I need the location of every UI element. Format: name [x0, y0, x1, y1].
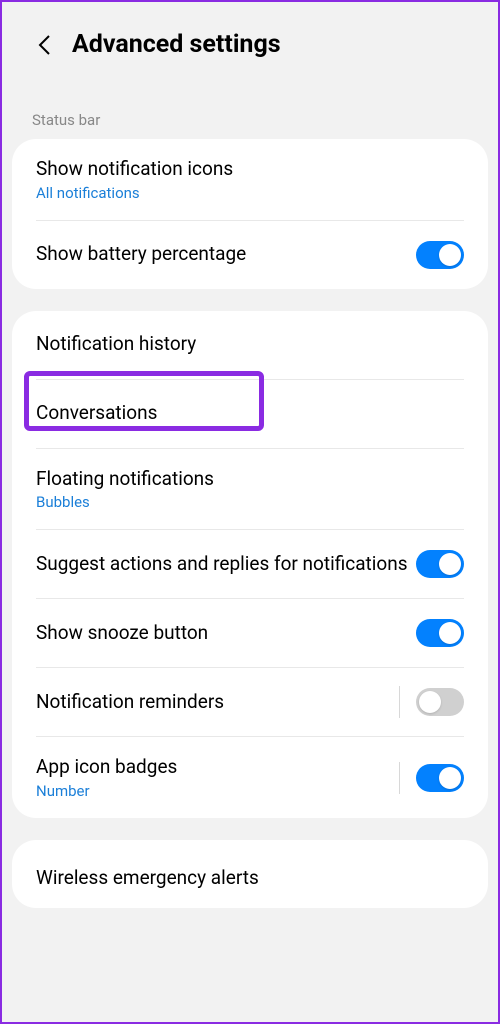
row-label: Show snooze button — [36, 621, 416, 646]
page-title: Advanced settings — [72, 30, 281, 59]
row-show-snooze[interactable]: Show snooze button — [12, 599, 488, 667]
card-notifications: Notification history Conversations Float… — [12, 311, 488, 818]
row-label: Floating notifications — [36, 467, 464, 492]
row-notification-history[interactable]: Notification history — [12, 311, 488, 379]
row-sublabel: Number — [36, 782, 399, 800]
row-sublabel: All notifications — [36, 184, 464, 202]
row-sublabel: Bubbles — [36, 493, 464, 511]
row-label: Suggest actions and replies for notifica… — [36, 552, 416, 577]
back-icon[interactable] — [34, 35, 54, 55]
card-emergency: Wireless emergency alerts — [12, 840, 488, 908]
header: Advanced settings — [2, 2, 498, 79]
toggle-battery-percentage[interactable] — [416, 241, 464, 269]
row-suggest-actions[interactable]: Suggest actions and replies for notifica… — [12, 530, 488, 598]
row-notification-reminders[interactable]: Notification reminders — [12, 668, 488, 736]
toggle-suggest-actions[interactable] — [416, 550, 464, 578]
vertical-divider — [399, 686, 400, 718]
row-label: Wireless emergency alerts — [36, 866, 464, 891]
row-conversations[interactable]: Conversations — [12, 380, 488, 448]
row-label: Show battery percentage — [36, 242, 416, 267]
toggle-reminders[interactable] — [416, 688, 464, 716]
row-wireless-emergency[interactable]: Wireless emergency alerts — [12, 840, 488, 908]
card-statusbar: Show notification icons All notification… — [12, 139, 488, 289]
row-show-battery-percentage[interactable]: Show battery percentage — [12, 221, 488, 289]
section-label-statusbar: Status bar — [2, 79, 498, 139]
row-floating-notifications[interactable]: Floating notifications Bubbles — [12, 449, 488, 530]
vertical-divider — [399, 762, 400, 794]
row-show-notification-icons[interactable]: Show notification icons All notification… — [12, 139, 488, 220]
row-label: Show notification icons — [36, 157, 464, 182]
row-label: App icon badges — [36, 755, 399, 780]
row-label: Notification history — [36, 332, 464, 357]
row-label: Conversations — [36, 401, 464, 426]
toggle-badges[interactable] — [416, 764, 464, 792]
row-label: Notification reminders — [36, 690, 399, 715]
row-app-icon-badges[interactable]: App icon badges Number — [12, 737, 488, 818]
toggle-snooze[interactable] — [416, 619, 464, 647]
